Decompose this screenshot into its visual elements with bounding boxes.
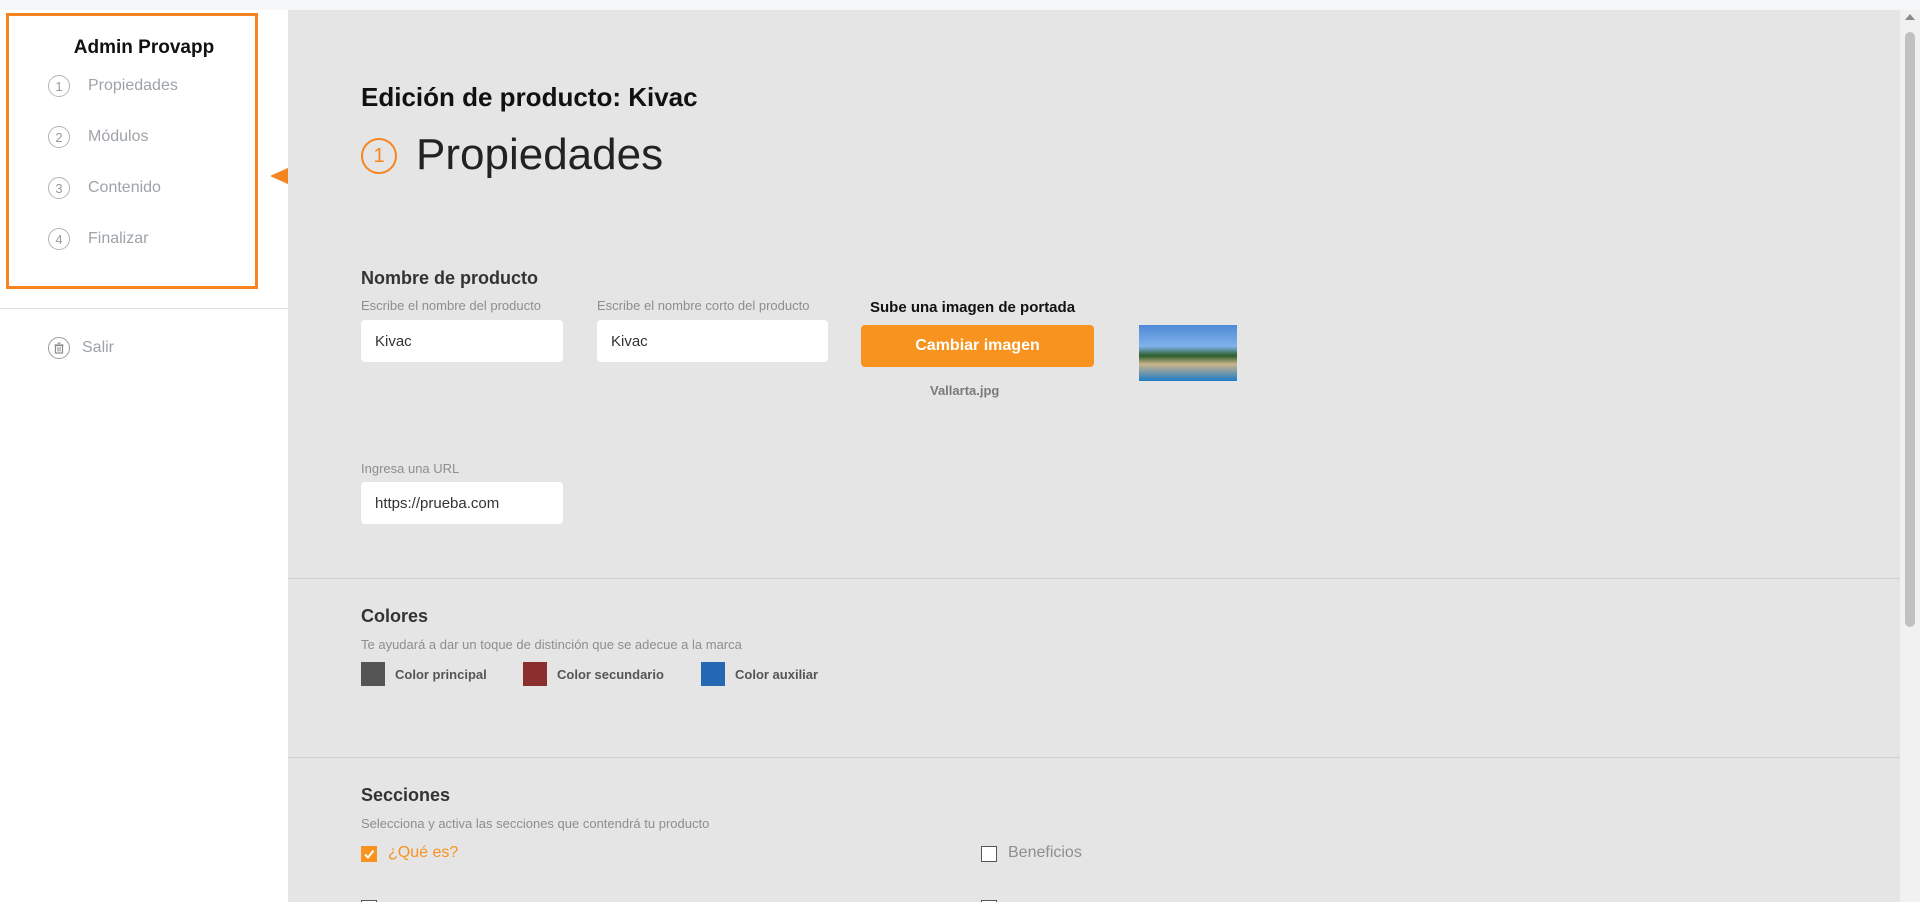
- checkmark-icon: [364, 849, 375, 860]
- color-swatch-secundario[interactable]: [523, 662, 547, 686]
- checkbox-beneficios[interactable]: [981, 846, 997, 862]
- color-label-principal: Color principal: [395, 667, 487, 682]
- section-title: Propiedades: [416, 130, 664, 179]
- change-image-button[interactable]: Cambiar imagen: [861, 325, 1094, 367]
- colors-heading: Colores: [361, 606, 429, 626]
- color-swatch-principal[interactable]: [361, 662, 385, 686]
- section-label-beneficios[interactable]: Beneficios: [1008, 844, 1082, 862]
- page-title: Edición de producto: Kivac: [361, 82, 698, 112]
- step-label: Finalizar: [88, 230, 149, 247]
- sidebar-step-modulos[interactable]: 2 Módulos: [48, 123, 148, 151]
- short-name-hint: Escribe el nombre corto del producto: [597, 298, 810, 313]
- scrollbar-thumb[interactable]: [1905, 32, 1915, 627]
- step-number-2: 2: [48, 126, 70, 148]
- file-name: Vallarta.jpg: [930, 383, 1000, 398]
- color-label-auxiliar: Color auxiliar: [735, 667, 819, 682]
- step-label: Módulos: [88, 128, 149, 145]
- url-hint: Ingresa una URL: [361, 461, 460, 476]
- step-number-4: 4: [48, 228, 70, 250]
- sidebar-divider: [0, 308, 288, 309]
- sections-heading: Secciones: [361, 785, 451, 805]
- product-name-hint: Escribe el nombre del producto: [361, 298, 541, 313]
- step-number-3: 3: [48, 177, 70, 199]
- color-swatch-auxiliar[interactable]: [701, 662, 725, 686]
- color-label-secundario: Color secundario: [557, 667, 664, 682]
- upload-heading: Sube una imagen de portada: [870, 299, 1076, 316]
- step-label: Contenido: [88, 179, 161, 196]
- divider: [288, 757, 1900, 758]
- exit-button[interactable]: Salir: [48, 337, 114, 359]
- product-name-heading: Nombre de producto: [361, 268, 539, 288]
- scrollbar[interactable]: [1900, 10, 1920, 902]
- step-number-1: 1: [48, 75, 70, 97]
- section-number-badge: 1: [361, 138, 397, 174]
- scroll-up-icon[interactable]: [1905, 14, 1915, 20]
- short-name-field[interactable]: Kivac: [597, 320, 828, 362]
- product-name-field[interactable]: Kivac: [361, 320, 563, 362]
- url-field[interactable]: https://prueba.com: [361, 482, 563, 524]
- brand-title: Admin Provapp: [73, 37, 215, 58]
- sections-hint: Selecciona y activa las secciones que co…: [361, 816, 710, 831]
- colors-hint: Te ayudará a dar un toque de distinción …: [361, 637, 742, 652]
- divider: [288, 578, 1900, 579]
- section-label-que-es[interactable]: ¿Qué es?: [388, 844, 458, 862]
- step-label: Propiedades: [88, 77, 178, 94]
- sidebar: Admin Provapp 1 Propiedades 2 Módulos 3 …: [0, 10, 288, 902]
- sidebar-step-propiedades[interactable]: 1 Propiedades: [48, 72, 178, 100]
- checkbox-que-es[interactable]: [361, 846, 377, 862]
- sidebar-step-finalizar[interactable]: 4 Finalizar: [48, 225, 148, 253]
- sidebar-step-contenido[interactable]: 3 Contenido: [48, 174, 161, 202]
- exit-label: Salir: [82, 339, 115, 356]
- trash-icon: [48, 337, 70, 359]
- main-content: Edición de producto: Kivac 1 Propiedades…: [288, 10, 1900, 902]
- cover-image-thumbnail: [1139, 325, 1237, 381]
